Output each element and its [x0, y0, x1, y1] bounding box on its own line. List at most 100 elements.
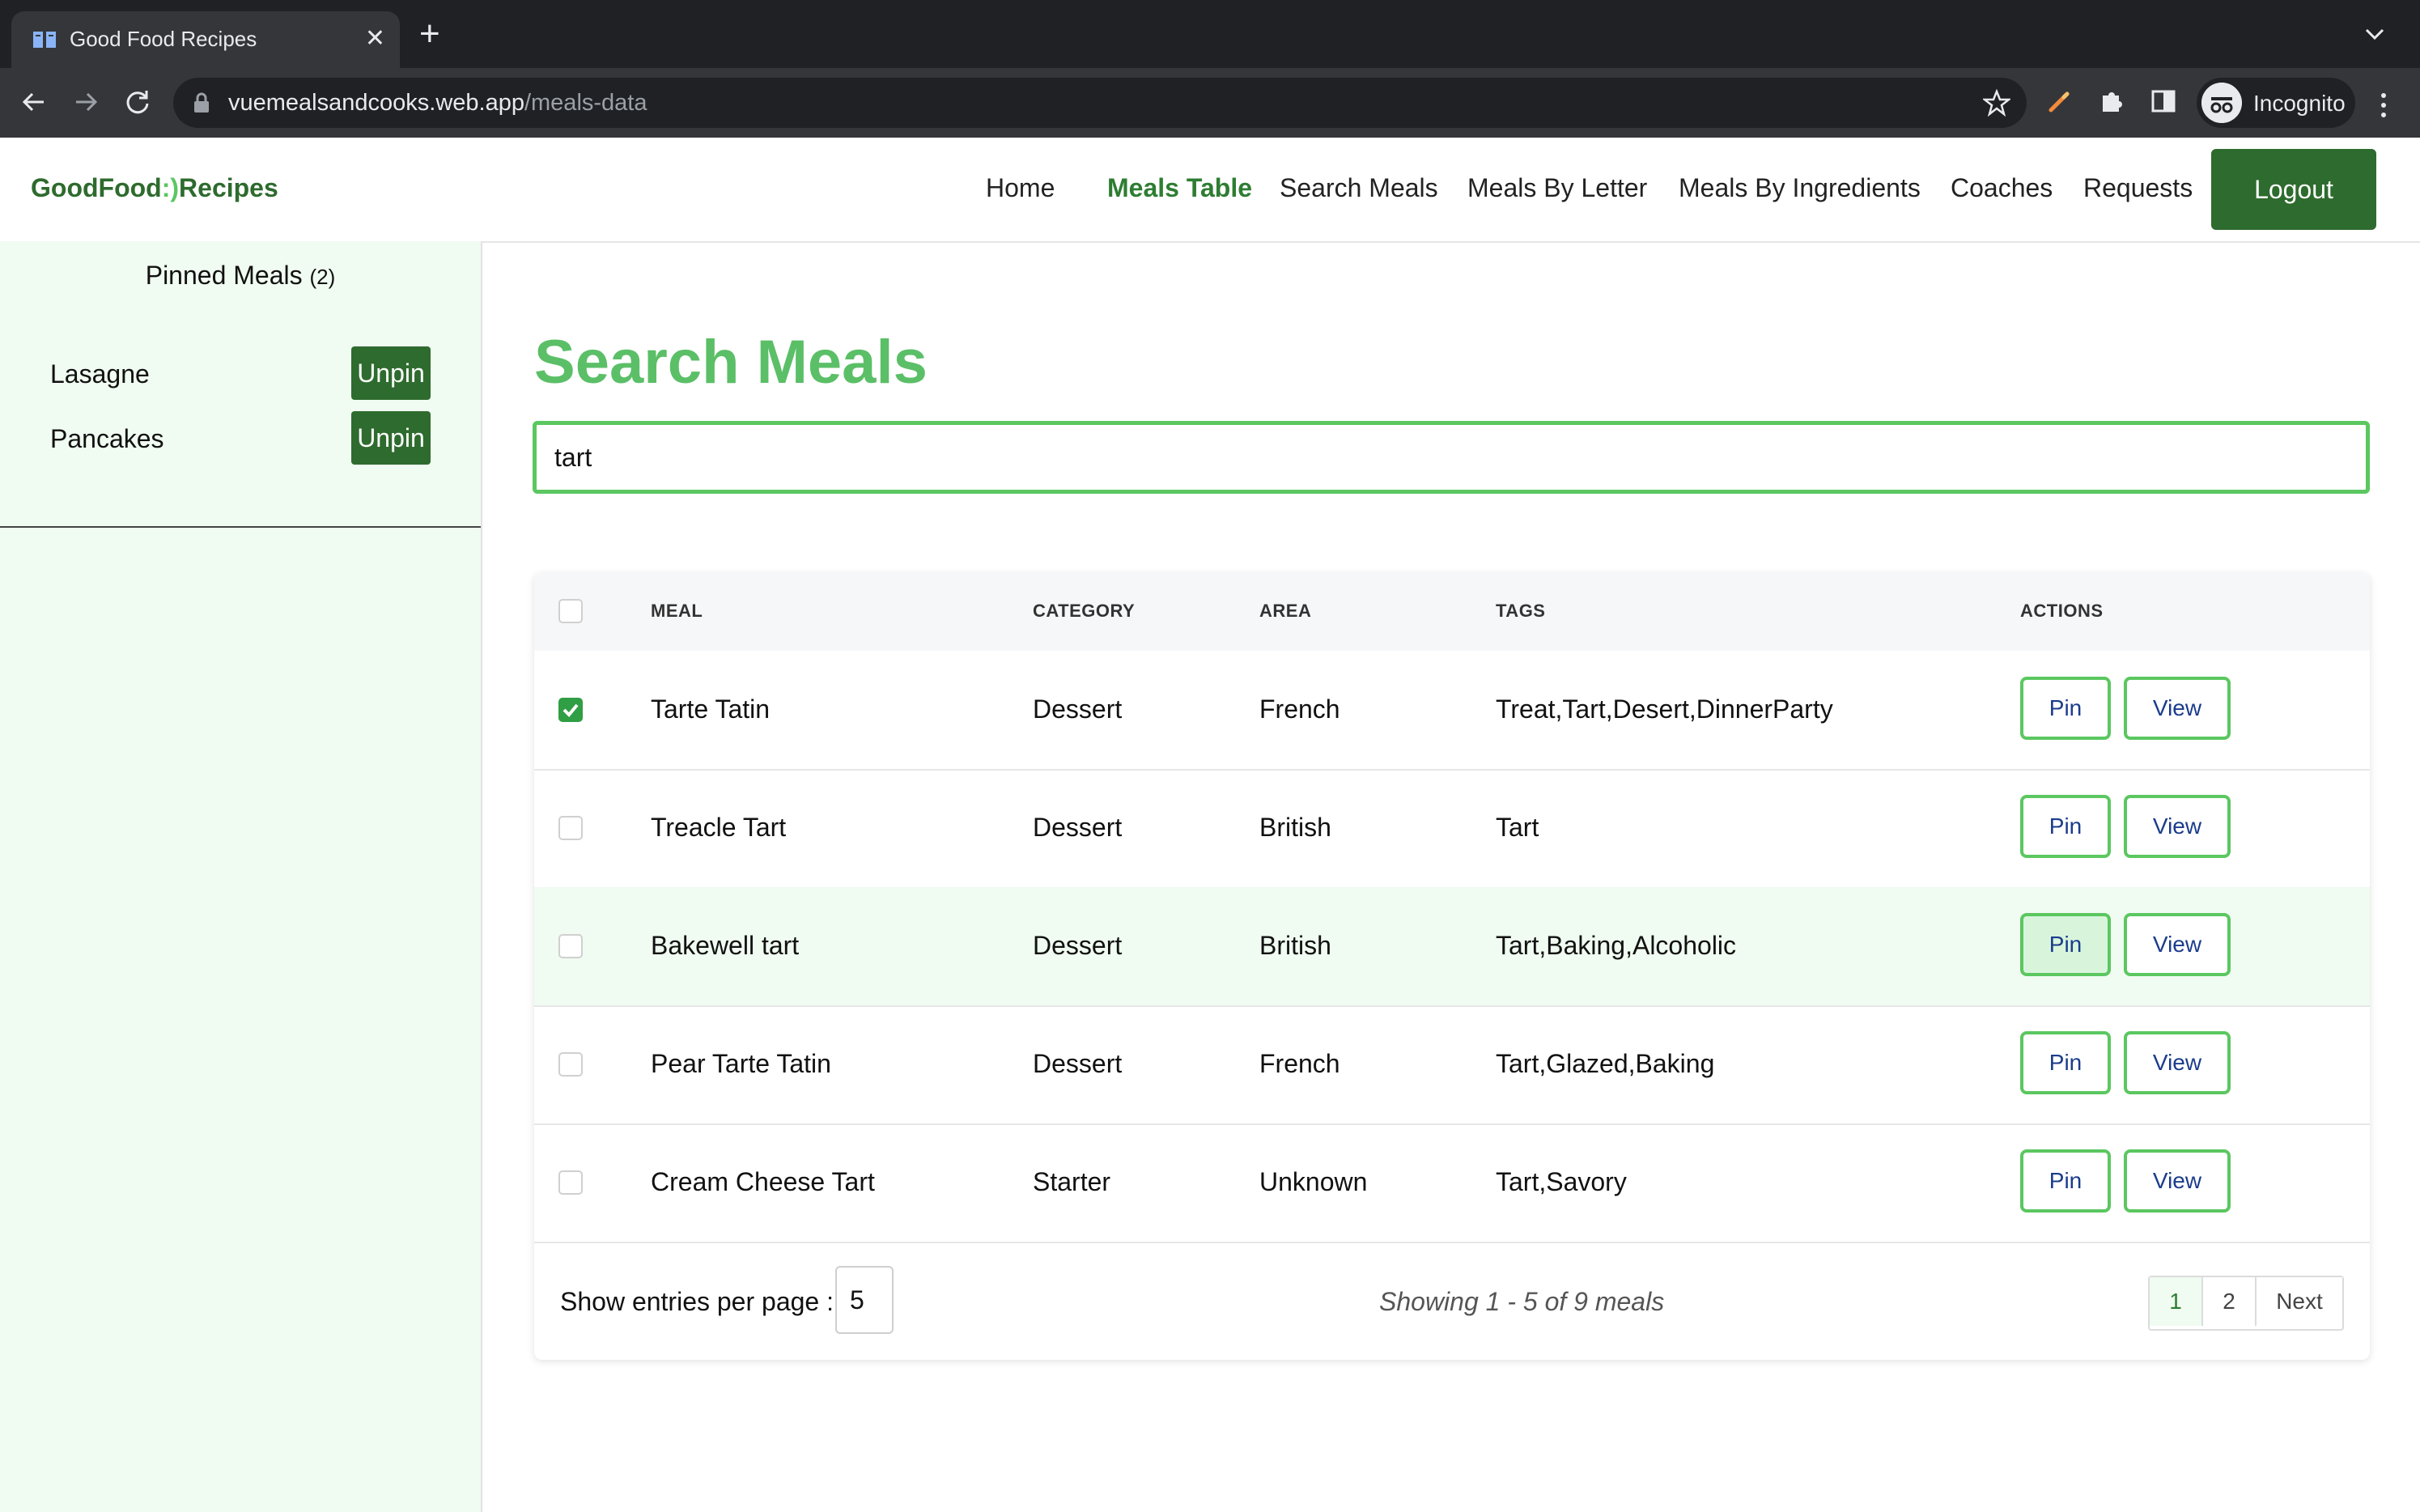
page-1-button[interactable]: 1 — [2150, 1277, 2203, 1326]
nav-home[interactable]: Home — [986, 173, 1055, 203]
meal-tags: Tart,Baking,Alcoholic — [1496, 931, 1737, 960]
view-button[interactable]: View — [2124, 1149, 2231, 1213]
meal-area: French — [1259, 694, 1340, 724]
pinned-item-name[interactable]: Lasagne — [50, 359, 150, 389]
pin-button[interactable]: Pin — [2020, 677, 2111, 740]
meal-name: Cream Cheese Tart — [651, 1167, 875, 1196]
meals-table: MEAL CATEGORY AREA TAGS ACTIONS Tarte Ta… — [534, 573, 2370, 1360]
column-header-area[interactable]: AREA — [1259, 601, 1311, 622]
nav-requests[interactable]: Requests — [2083, 173, 2193, 203]
pin-button[interactable]: Pin — [2020, 1149, 2111, 1213]
meal-category: Starter — [1033, 1167, 1111, 1196]
forward-arrow-icon[interactable] — [68, 84, 104, 120]
pinned-item-name[interactable]: Pancakes — [50, 424, 164, 454]
browser-tab[interactable]: Good Food Recipes ✕ — [11, 11, 400, 68]
row-checkbox[interactable] — [558, 1170, 583, 1195]
next-page-button[interactable]: Next — [2257, 1277, 2342, 1326]
row-checkbox[interactable] — [558, 934, 583, 958]
table-row: Cream Cheese Tart Starter Unknown Tart,S… — [534, 1123, 2370, 1243]
incognito-profile[interactable]: Incognito — [2197, 78, 2355, 128]
pinned-meals-title: Pinned Meals (2) — [0, 261, 481, 291]
extensions-puzzle-icon[interactable] — [2096, 86, 2127, 117]
table-row: Bakewell tart Dessert British Tart,Bakin… — [534, 887, 2370, 1007]
brand-logo[interactable]: GoodFood:)Recipes — [31, 173, 278, 203]
logout-button[interactable]: Logout — [2211, 149, 2376, 230]
view-button[interactable]: View — [2124, 795, 2231, 858]
nav-meals-by-letter[interactable]: Meals By Letter — [1467, 173, 1647, 203]
meal-category: Dessert — [1033, 1049, 1123, 1078]
meal-category: Dessert — [1033, 931, 1123, 960]
page-2-button[interactable]: 2 — [2203, 1277, 2257, 1326]
meal-area: French — [1259, 1049, 1340, 1078]
column-header-tags[interactable]: TAGS — [1496, 601, 1545, 622]
meal-area: Unknown — [1259, 1167, 1368, 1196]
meal-area: British — [1259, 813, 1331, 842]
tab-close-icon[interactable]: ✕ — [365, 23, 385, 55]
book-favicon-icon — [33, 32, 56, 48]
meal-name: Treacle Tart — [651, 813, 787, 842]
chevron-down-icon[interactable] — [2362, 21, 2388, 47]
showing-count-text: Showing 1 - 5 of 9 meals — [1379, 1287, 1665, 1316]
row-checkbox[interactable] — [558, 698, 583, 722]
pagination: 1 2 Next — [2148, 1276, 2344, 1331]
row-checkbox[interactable] — [558, 1052, 583, 1077]
view-button[interactable]: View — [2124, 677, 2231, 740]
meal-category: Dessert — [1033, 694, 1123, 724]
entries-per-page-label: Show entries per page : — [560, 1287, 834, 1316]
brand-left: GoodFood — [31, 173, 162, 202]
browser-toolbar: vuemealsandcooks.web.app/meals-data Inco… — [0, 68, 2420, 138]
pinned-item: Lasagne Unpin — [50, 346, 431, 400]
meal-tags: Tart,Glazed,Baking — [1496, 1049, 1715, 1078]
brand-smile: :) — [161, 173, 180, 202]
search-input[interactable] — [533, 421, 2370, 494]
bookmark-star-icon[interactable] — [1983, 89, 2010, 117]
page-title: Search Meals — [534, 328, 928, 397]
column-header-category[interactable]: CATEGORY — [1033, 601, 1135, 622]
new-tab-button[interactable]: + — [419, 16, 440, 52]
reload-icon[interactable] — [120, 84, 155, 120]
column-header-meal[interactable]: MEAL — [651, 601, 703, 622]
address-bar[interactable]: vuemealsandcooks.web.app/meals-data — [173, 78, 2027, 128]
column-header-actions: ACTIONS — [2020, 601, 2104, 621]
site-header: GoodFood:)Recipes Home Meals Table Searc… — [0, 138, 2420, 243]
pin-button[interactable]: Pin — [2020, 795, 2111, 858]
side-panel-icon[interactable] — [2148, 86, 2179, 117]
unpin-button[interactable]: Unpin — [351, 346, 431, 400]
lock-icon — [194, 92, 209, 113]
pinned-title-text: Pinned Meals — [145, 261, 303, 290]
meal-name: Bakewell tart — [651, 931, 800, 960]
browser-tabstrip: Good Food Recipes ✕ + — [0, 0, 2420, 68]
row-checkbox[interactable] — [558, 816, 583, 840]
pin-button[interactable]: Pin — [2020, 1031, 2111, 1094]
pen-extension-icon[interactable] — [2044, 86, 2075, 117]
pinned-count: (2) — [309, 265, 336, 289]
meal-tags: Treat,Tart,Desert,DinnerParty — [1496, 694, 1833, 724]
nav-meals-by-ingredients[interactable]: Meals By Ingredients — [1679, 173, 1921, 203]
meal-name: Tarte Tatin — [651, 694, 771, 724]
nav-meals-table[interactable]: Meals Table — [1107, 173, 1252, 203]
url-path: /meals-data — [524, 90, 647, 116]
meal-tags: Tart — [1496, 813, 1539, 842]
pin-button[interactable]: Pin — [2020, 913, 2111, 976]
back-arrow-icon[interactable] — [16, 84, 52, 120]
select-all-checkbox[interactable] — [558, 599, 583, 623]
table-row: Tarte Tatin Dessert French Treat,Tart,De… — [534, 651, 2370, 771]
tab-title: Good Food Recipes — [70, 27, 257, 51]
incognito-icon — [2201, 83, 2242, 123]
meal-tags: Tart,Savory — [1496, 1167, 1627, 1196]
meal-category: Dessert — [1033, 813, 1123, 842]
checkmark-icon — [563, 703, 579, 717]
view-button[interactable]: View — [2124, 1031, 2231, 1094]
url-text: vuemealsandcooks.web.app/meals-data — [228, 90, 647, 117]
nav-search-meals[interactable]: Search Meals — [1280, 173, 1438, 203]
browser-menu-icon[interactable] — [2371, 87, 2396, 123]
meal-name: Pear Tarte Tatin — [651, 1049, 831, 1078]
nav-coaches[interactable]: Coaches — [1951, 173, 2053, 203]
pinned-meals-sidebar: Pinned Meals (2) Lasagne Unpin Pancakes … — [0, 241, 482, 1512]
unpin-button[interactable]: Unpin — [351, 411, 431, 465]
profile-label: Incognito — [2253, 91, 2346, 116]
table-row: Pear Tarte Tatin Dessert French Tart,Gla… — [534, 1005, 2370, 1125]
entries-per-page-input[interactable] — [835, 1266, 894, 1334]
sidebar-divider — [0, 526, 481, 528]
view-button[interactable]: View — [2124, 913, 2231, 976]
